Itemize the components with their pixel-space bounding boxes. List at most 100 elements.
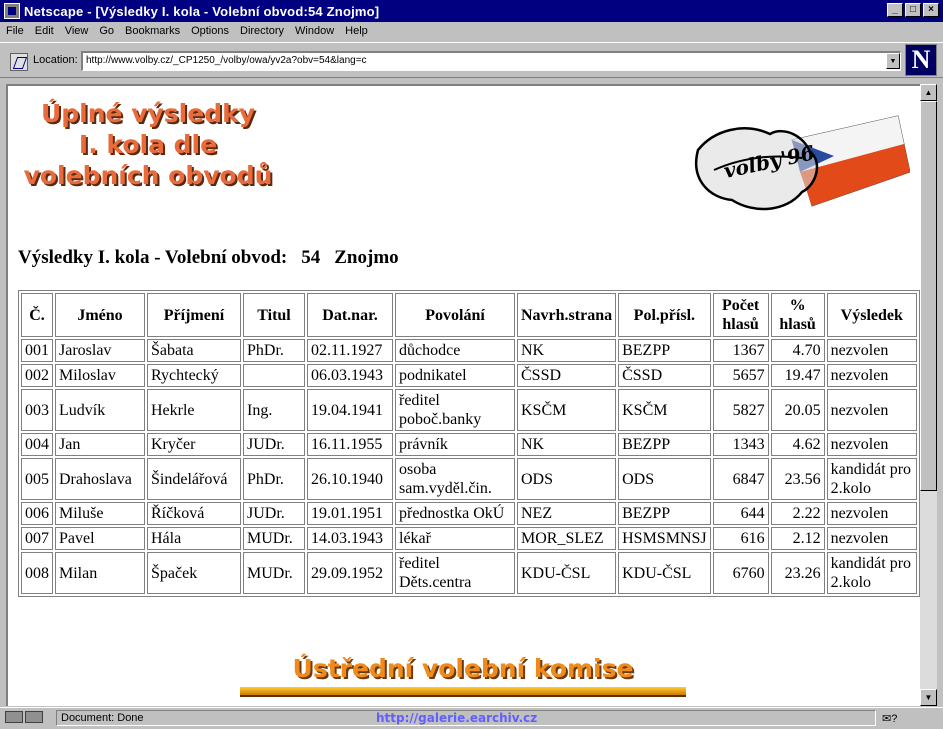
cell-nominating-party: KSČM [517,389,617,431]
results-table: Č. Jméno Příjmení Titul Dat.nar. Povolán… [18,290,920,597]
cell-occupation: ředitel poboč.banky [395,389,515,431]
cell-surname: Říčková [147,502,241,525]
cell-first-name: Jan [55,433,145,456]
cell-percent: 20.05 [770,389,825,431]
col-header-percent: % hlasů [770,293,825,337]
cell-party-membership: ODS [618,458,711,500]
location-label: Location: [33,54,78,66]
cell-percent: 4.70 [770,339,825,362]
cell-result: kandidát pro 2.kolo [826,552,917,594]
table-row: 001 Jaroslav Šabata PhDr. 02.11.1927 důchodce… [21,339,917,362]
location-input[interactable]: http://www.volby.cz/_CP1250_/volby/owa/y… [81,51,901,71]
cell-first-name: Miloslav [55,364,145,387]
cell-title [243,364,305,387]
mail-icon[interactable]: ✉? [882,712,897,725]
cell-percent: 23.26 [770,552,825,594]
minimize-button[interactable]: _ [887,3,903,17]
col-header-surname: Příjmení [147,293,241,337]
cell-number: 003 [21,389,53,431]
menu-file[interactable]: File [6,25,24,37]
table-header-row: Č. Jméno Příjmení Titul Dat.nar. Povolán… [21,293,917,337]
results-subheading: Výsledky I. kola - Volební obvod: 54 Znojm… [18,247,413,269]
maximize-button[interactable]: □ [905,3,921,17]
menu-view[interactable]: View [65,25,89,37]
district-number: 54 [301,247,321,268]
cell-result: nezvolen [826,433,917,456]
cell-number: 008 [21,552,53,594]
cell-votes: 5657 [712,364,769,387]
cell-first-name: Drahoslava [55,458,145,500]
cell-title: MUDr. [243,552,305,594]
cell-number: 006 [21,502,53,525]
window-controls: _ □ × [885,3,939,17]
cell-result: nezvolen [826,339,917,362]
cell-result: nezvolen [826,364,917,387]
menu-options[interactable]: Options [191,25,229,37]
col-header-number: Č. [21,293,53,337]
security-key-icon[interactable] [5,711,45,725]
close-button[interactable]: × [923,3,939,17]
footer-banner-image[interactable]: Ústřední volební komise [240,654,686,683]
col-header-party-membership: Pol.přísl. [618,293,711,337]
cell-number: 007 [21,527,53,550]
menu-directory[interactable]: Directory [240,25,284,37]
bookmark-link-icon[interactable] [10,53,28,71]
table-row: 007 Pavel Hála MUDr. 14.03.1943 lékař MOR_SLEZ… [21,527,917,550]
cell-result: nezvolen [826,527,917,550]
cell-votes: 6847 [712,458,769,500]
cell-votes: 616 [712,527,769,550]
cell-birth-date: 16.11.1955 [307,433,393,456]
cell-nominating-party: NEZ [517,502,617,525]
cell-title: JUDr. [243,502,305,525]
page-heading-image: Úplné výsledky I. kola dle volebních obv… [18,98,278,191]
netscape-app-icon[interactable] [4,3,20,19]
heading-line: volebních obvodů [23,161,273,190]
menu-bookmarks[interactable]: Bookmarks [125,25,180,37]
cell-birth-date: 02.11.1927 [307,339,393,362]
table-row: 004 Jan Kryčer JUDr. 16.11.1955 právník NK BEZP… [21,433,917,456]
status-bar: Document: Done http://galerie.earchiv.cz… [0,707,943,729]
cell-number: 005 [21,458,53,500]
cell-occupation: podnikatel [395,364,515,387]
cell-party-membership: BEZPP [618,433,711,456]
cell-party-membership: ČSSD [618,364,711,387]
col-header-birth-date: Dat.nar. [307,293,393,337]
scroll-up-button[interactable]: ▲ [920,84,937,101]
vertical-scrollbar[interactable]: ▲ ▼ [920,84,937,706]
cell-birth-date: 29.09.1952 [307,552,393,594]
cell-first-name: Pavel [55,527,145,550]
cell-occupation: ředitel Děts.centra [395,552,515,594]
page-content: Úplné výsledky I. kola dle volebních obv… [6,84,920,706]
cell-number: 002 [21,364,53,387]
cell-number: 001 [21,339,53,362]
subheading-label: Výsledky I. kola - Volební obvod: [18,247,288,268]
cell-occupation: právník [395,433,515,456]
cell-birth-date: 14.03.1943 [307,527,393,550]
cell-nominating-party: NK [517,339,617,362]
cell-votes: 1367 [712,339,769,362]
cell-party-membership: BEZPP [618,502,711,525]
menu-window[interactable]: Window [295,25,334,37]
cell-first-name: Ludvík [55,389,145,431]
cell-nominating-party: NK [517,433,617,456]
cell-first-name: Miluše [55,502,145,525]
footer-banner-bar [240,687,686,697]
cell-birth-date: 19.01.1951 [307,502,393,525]
table-row: 005 Drahoslava Šindelářová PhDr. 26.10.1940 o… [21,458,917,500]
menu-go[interactable]: Go [99,25,114,37]
cell-surname: Šabata [147,339,241,362]
cell-nominating-party: MOR_SLEZ [517,527,617,550]
scroll-thumb[interactable] [920,101,937,491]
cell-surname: Hekrle [147,389,241,431]
scroll-down-button[interactable]: ▼ [920,689,937,706]
cell-title: Ing. [243,389,305,431]
watermark-url: http://galerie.earchiv.cz [376,711,538,725]
cell-occupation: osoba sam.vyděl.čin. [395,458,515,500]
cell-occupation: přednostka OkÚ [395,502,515,525]
menu-help[interactable]: Help [345,25,368,37]
cell-surname: Šindelářová [147,458,241,500]
cell-result: kandidát pro 2.kolo [826,458,917,500]
location-dropdown-button[interactable]: ▼ [886,53,900,69]
menu-edit[interactable]: Edit [35,25,54,37]
cell-nominating-party: KDU-ČSL [517,552,617,594]
